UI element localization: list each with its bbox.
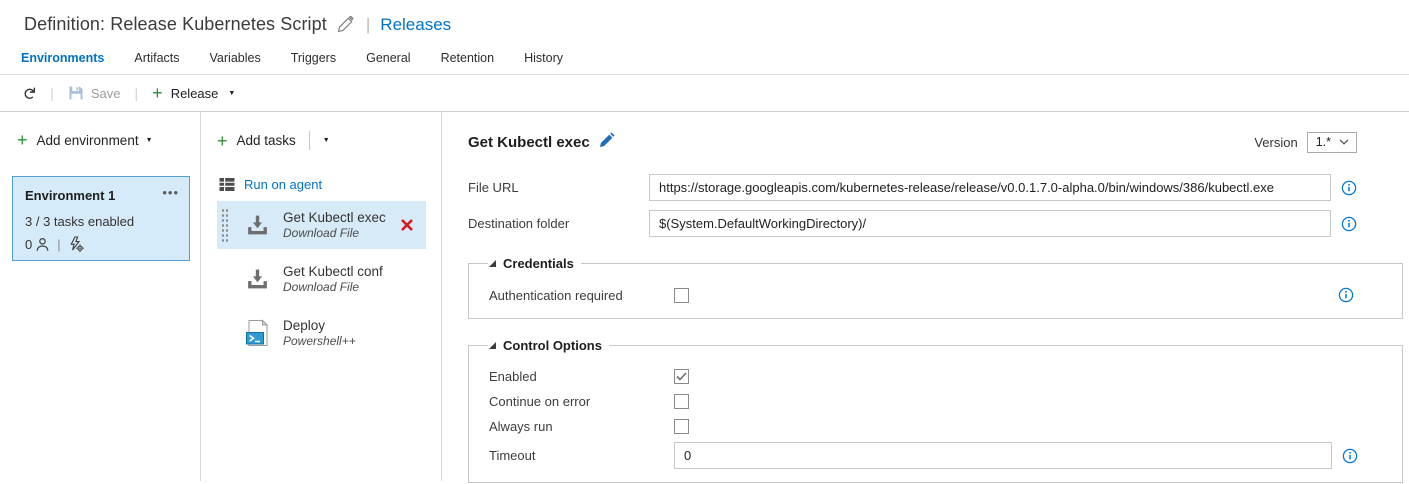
tab-triggers[interactable]: Triggers: [291, 48, 336, 74]
environment-tasks-summary: 3 / 3 tasks enabled: [25, 214, 179, 229]
info-icon[interactable]: [1342, 448, 1358, 464]
task-item-get-kubectl-conf[interactable]: Get Kubectl conf Download File: [217, 255, 426, 303]
environment-card[interactable]: Environment 1 ••• 3 / 3 tasks enabled 0 …: [12, 176, 190, 261]
page-title: Definition: Release Kubernetes Script: [24, 14, 327, 35]
tab-environments[interactable]: Environments: [21, 48, 104, 74]
release-button[interactable]: + Release ▼: [152, 84, 235, 102]
approvals-count: 0: [25, 237, 32, 252]
run-on-agent-label: Run on agent: [244, 177, 322, 192]
always-run-checkbox[interactable]: [674, 419, 689, 434]
task-item-get-kubectl-exec[interactable]: Get Kubectl exec Download File: [217, 201, 426, 249]
add-tasks-label: Add tasks: [237, 133, 296, 148]
meta-separator: |: [57, 237, 60, 252]
save-button[interactable]: Save: [68, 85, 121, 101]
control-options-section-header[interactable]: Control Options: [488, 338, 609, 353]
control-options-section: Control Options Enabled Continue on erro…: [468, 338, 1403, 483]
chevron-down-icon[interactable]: ▼: [323, 137, 330, 144]
authentication-required-checkbox[interactable]: [674, 288, 689, 303]
task-type: Powershell++: [283, 334, 356, 348]
page-header: Definition: Release Kubernetes Script | …: [0, 0, 1409, 35]
title-separator: |: [366, 15, 370, 35]
drag-handle[interactable]: [221, 208, 229, 242]
continue-on-error-checkbox[interactable]: [674, 394, 689, 409]
delete-task-icon[interactable]: [400, 218, 414, 232]
task-name: Get Kubectl exec: [283, 210, 386, 225]
add-environment-button[interactable]: + Add environment ▼: [17, 131, 200, 149]
refresh-icon[interactable]: ↻: [21, 86, 38, 100]
task-name: Deploy: [283, 318, 356, 333]
agent-queue-icon: [219, 177, 235, 192]
task-type: Download File: [283, 226, 386, 240]
powershell-file-icon: [244, 319, 271, 347]
chevron-down-icon: ▼: [146, 137, 153, 144]
info-icon[interactable]: [1341, 216, 1357, 232]
tab-history[interactable]: History: [524, 48, 563, 74]
tasks-panel: + Add tasks ▼ Run on agent Get Kubectl e…: [201, 112, 442, 481]
continue-on-error-label: Continue on error: [489, 394, 674, 409]
task-editor-title: Get Kubectl exec: [468, 134, 590, 151]
task-type: Download File: [283, 280, 383, 294]
add-tasks-button[interactable]: + Add tasks ▼: [217, 131, 441, 150]
chevron-down-icon: [1339, 139, 1349, 145]
version-select[interactable]: 1.*: [1307, 132, 1357, 153]
person-icon[interactable]: [35, 237, 50, 252]
rename-task-icon[interactable]: [599, 132, 615, 148]
release-label: Release: [171, 86, 219, 101]
credentials-title: Credentials: [503, 256, 574, 271]
plus-icon: +: [152, 84, 163, 102]
file-url-label: File URL: [468, 180, 649, 195]
deployment-trigger-icon[interactable]: [68, 236, 84, 252]
timeout-label: Timeout: [489, 448, 674, 463]
tab-general[interactable]: General: [366, 48, 410, 74]
credentials-section-header[interactable]: Credentials: [488, 256, 581, 271]
collapse-triangle-icon: [489, 260, 496, 267]
tab-bar: Environments Artifacts Variables Trigger…: [0, 48, 1409, 75]
download-file-icon: [244, 267, 271, 292]
save-label: Save: [91, 86, 121, 101]
environments-panel: + Add environment ▼ Environment 1 ••• 3 …: [0, 112, 201, 481]
environment-name: Environment 1: [25, 188, 115, 203]
plus-icon: +: [17, 131, 28, 149]
chevron-down-icon: ▼: [228, 90, 235, 97]
control-options-title: Control Options: [503, 338, 602, 353]
file-url-input[interactable]: [649, 174, 1331, 201]
credentials-section: Credentials Authentication required: [468, 256, 1403, 319]
version-label: Version: [1254, 135, 1297, 150]
always-run-label: Always run: [489, 419, 674, 434]
enabled-label: Enabled: [489, 369, 674, 384]
command-bar: ↻ | Save | + Release ▼: [0, 75, 1409, 112]
download-file-icon: [244, 213, 271, 238]
task-list: Get Kubectl exec Download File Get Kubec…: [217, 201, 441, 357]
destination-folder-label: Destination folder: [468, 216, 649, 231]
add-environment-label: Add environment: [37, 133, 139, 148]
info-icon[interactable]: [1341, 180, 1357, 196]
tab-artifacts[interactable]: Artifacts: [134, 48, 179, 74]
tab-variables[interactable]: Variables: [210, 48, 261, 74]
collapse-triangle-icon: [489, 342, 496, 349]
releases-link[interactable]: Releases: [380, 15, 451, 35]
save-icon: [68, 85, 84, 101]
split-button-divider: [309, 131, 310, 150]
edit-definition-name-icon[interactable]: [337, 16, 354, 33]
enabled-checkbox[interactable]: [674, 369, 689, 384]
version-value: 1.*: [1316, 135, 1331, 149]
info-icon[interactable]: [1338, 287, 1354, 303]
run-on-agent-header[interactable]: Run on agent: [217, 177, 441, 192]
plus-icon: +: [217, 132, 228, 150]
main-content: + Add environment ▼ Environment 1 ••• 3 …: [0, 112, 1409, 481]
task-item-deploy[interactable]: Deploy Powershell++: [217, 309, 426, 357]
authentication-required-label: Authentication required: [489, 288, 674, 303]
destination-folder-input[interactable]: [649, 210, 1331, 237]
tab-retention[interactable]: Retention: [441, 48, 495, 74]
timeout-input[interactable]: [674, 442, 1332, 469]
task-name: Get Kubectl conf: [283, 264, 383, 279]
toolbar-separator: |: [135, 85, 139, 101]
task-editor-panel: Get Kubectl exec Version 1.* File URL: [442, 112, 1409, 481]
toolbar-separator: |: [50, 85, 54, 101]
